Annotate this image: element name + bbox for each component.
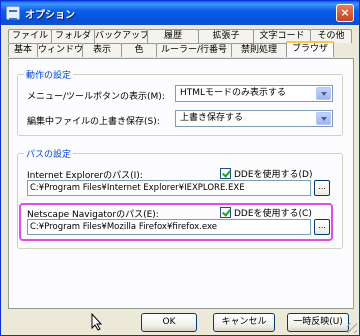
tab-window[interactable]: ウィンドウ (37, 43, 83, 57)
window-title: オプション (25, 10, 75, 21)
chevron-down-icon[interactable] (316, 112, 331, 125)
nn-dde-label: DDEを使用する(C) (234, 209, 312, 219)
overwrite-label: 編集中ファイルの上書き保存(S): (27, 117, 160, 127)
tab-row-2: 基本 ウィンドウ 表示 色 ルーラー/行番号 禁則処理 ブラウザ (8, 41, 334, 57)
menu-display-value: HTMLモードのみ表示する (180, 88, 287, 98)
tab-browser[interactable]: ブラウザ (286, 41, 334, 57)
apply-button[interactable]: 一時反映(U) (287, 313, 349, 332)
menu-display-label: メニュー/ツールボタンの表示(M): (27, 92, 165, 102)
cancel-button[interactable]: キャンセル (213, 313, 275, 332)
menu-display-select[interactable]: HTMLモードのみ表示する (175, 85, 333, 102)
ie-browse-button[interactable]: ... (314, 180, 330, 196)
tab-display[interactable]: 表示 (82, 43, 122, 57)
ie-path-input[interactable]: C:¥Program Files¥Internet Explorer¥IEXPL… (27, 180, 311, 196)
app-icon (6, 6, 20, 20)
resize-grip-icon[interactable] (347, 323, 357, 333)
options-dialog: オプション × ファイル フォルダ バックアップ 履歴 拡張子 文字コード その… (0, 0, 360, 336)
tab-folder[interactable]: フォルダ (51, 29, 95, 43)
tab-ruler-line-number[interactable]: ルーラー/行番号 (156, 43, 232, 57)
title-bar[interactable]: オプション × (1, 1, 359, 25)
checkbox-checked-icon[interactable] (220, 207, 231, 218)
tab-history[interactable]: 履歴 (147, 29, 199, 43)
tab-kinsoku[interactable]: 禁則処理 (231, 43, 287, 57)
tab-file[interactable]: ファイル (8, 29, 52, 43)
overwrite-select[interactable]: 上書き保存する (175, 110, 333, 127)
ie-dde-checkbox[interactable]: DDEを使用する(D) (220, 167, 313, 180)
path-group-label: パスの設定 (24, 147, 74, 160)
action-group-label: 動作の設定 (24, 68, 74, 81)
tab-backup[interactable]: バックアップ (94, 29, 148, 43)
ok-button[interactable]: OK (141, 313, 197, 332)
tab-extension[interactable]: 拡張子 (198, 29, 254, 43)
ie-dde-label: DDEを使用する(D) (234, 170, 313, 180)
tab-basic[interactable]: 基本 (8, 43, 38, 57)
tab-color[interactable]: 色 (121, 43, 157, 57)
overwrite-value: 上書き保存する (180, 113, 244, 123)
checkbox-checked-icon[interactable] (220, 168, 231, 179)
close-button[interactable]: × (336, 4, 354, 22)
chevron-down-icon[interactable] (316, 87, 331, 100)
nn-browse-button[interactable]: ... (314, 219, 330, 235)
nn-path-input[interactable]: C:¥Program Files¥Mozilla Firefox¥firefox… (27, 219, 311, 235)
nn-dde-checkbox[interactable]: DDEを使用する(C) (220, 206, 312, 219)
